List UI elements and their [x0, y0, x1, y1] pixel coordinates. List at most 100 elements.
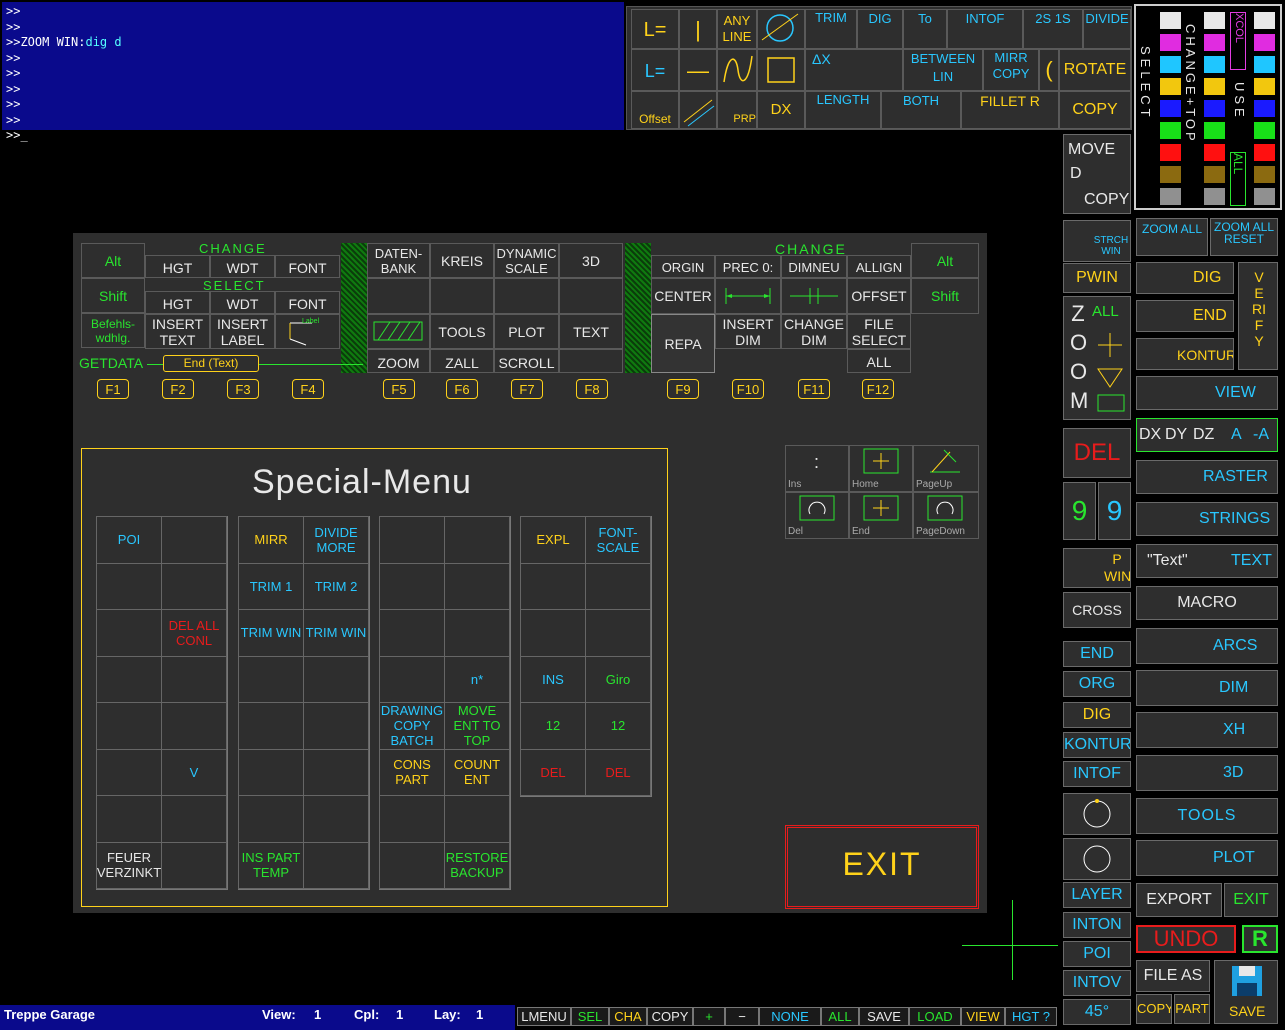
dynamic-scale-key[interactable]: DYNAMIC SCALE [494, 243, 559, 278]
end-text-box[interactable]: End (Text) [163, 355, 259, 372]
f10-key[interactable]: F10 [732, 379, 764, 399]
offset-key[interactable]: OFFSET [847, 278, 911, 314]
intov-button[interactable]: INTOV [1063, 970, 1131, 996]
menu-minus[interactable]: − [725, 1007, 759, 1026]
home-key[interactable]: Home [849, 445, 913, 492]
minus-a-axis-button[interactable]: -A [1253, 426, 1269, 444]
datenbank-key[interactable]: DATEN-BANK [367, 243, 430, 278]
copy-part-copy-button[interactable]: COPY [1136, 994, 1172, 1024]
color-swatch[interactable] [1204, 78, 1225, 95]
orgin-key[interactable]: ORGIN [651, 255, 715, 278]
exit-button[interactable]: EXIT [785, 825, 979, 909]
text-button[interactable]: "Text" TEXT [1136, 544, 1278, 578]
three-d-button[interactable]: 3D [1136, 755, 1278, 791]
snap-dig-button[interactable]: DIG [1063, 702, 1131, 728]
undo-button[interactable]: UNDO [1136, 925, 1236, 953]
special-menu-item[interactable] [238, 702, 304, 750]
color-swatch[interactable] [1160, 188, 1181, 205]
color-swatch[interactable] [1160, 34, 1181, 51]
color-swatch[interactable] [1254, 100, 1275, 117]
del-key[interactable]: Del [785, 492, 849, 539]
menu-sel[interactable]: SEL [571, 1007, 609, 1026]
special-menu-item[interactable]: TRIM 1 [238, 562, 304, 610]
text-key[interactable]: TEXT [559, 314, 623, 349]
angle-45-button[interactable]: 45° [1063, 999, 1131, 1025]
special-menu-item[interactable] [520, 609, 586, 657]
offset-tool[interactable]: Offset [631, 91, 679, 129]
arcs-button[interactable]: ARCS [1136, 628, 1278, 664]
strings-button[interactable]: STRINGS [1136, 502, 1278, 536]
color-swatch[interactable] [1160, 12, 1181, 29]
move-copy-button[interactable]: MOVE D COPY [1063, 134, 1131, 214]
special-menu-item[interactable] [96, 795, 162, 843]
special-menu-item[interactable] [238, 655, 304, 703]
color-swatch[interactable] [1204, 144, 1225, 161]
horizontal-line-tool[interactable]: — [679, 49, 717, 91]
special-menu-item[interactable] [96, 562, 162, 610]
view-button[interactable]: VIEW [1136, 376, 1278, 410]
change-wdt[interactable]: WDT [210, 255, 275, 278]
zoom-key[interactable]: ZOOM [367, 349, 430, 373]
color-swatch[interactable] [1160, 144, 1181, 161]
insert-label-key[interactable]: INSERT LABEL [210, 314, 275, 349]
special-menu-item[interactable] [238, 748, 304, 796]
kreis-key[interactable]: KREIS [430, 243, 494, 278]
color-swatch[interactable] [1160, 56, 1181, 73]
special-menu-item[interactable]: 12 [585, 702, 651, 750]
insert-dim-key[interactable]: INSERT DIM [715, 314, 781, 349]
circle-button[interactable] [1063, 838, 1131, 880]
special-menu-item[interactable] [303, 841, 369, 889]
inton-button[interactable]: INTON [1063, 912, 1131, 938]
rotate-tool[interactable]: ROTATE [1059, 49, 1131, 91]
perpendicular-tool[interactable]: PRP [717, 91, 757, 129]
change-hgt[interactable]: HGT [145, 255, 210, 278]
special-menu-item[interactable] [161, 562, 227, 610]
f8-key[interactable]: F8 [576, 379, 608, 399]
menu-all[interactable]: ALL [821, 1007, 859, 1026]
change-font[interactable]: FONT [275, 255, 340, 278]
menu-save[interactable]: SAVE [859, 1007, 909, 1026]
zoom-all-reset-button[interactable]: ZOOM ALL RESET [1210, 218, 1278, 256]
plot-key[interactable]: PLOT [494, 314, 559, 349]
special-menu-item[interactable] [444, 562, 510, 610]
special-menu-item[interactable] [303, 748, 369, 796]
color-swatch[interactable] [1204, 12, 1225, 29]
special-menu-item[interactable]: 12 [520, 702, 586, 750]
special-menu-item[interactable] [379, 609, 445, 657]
special-menu-item[interactable] [303, 795, 369, 843]
dimneu-key[interactable]: DIMNEU [781, 255, 847, 278]
verify-button[interactable]: VERIFY [1238, 262, 1278, 370]
spline-tool[interactable] [717, 49, 757, 91]
select-wdt[interactable]: WDT [210, 291, 275, 314]
zall-key[interactable]: ZALL [430, 349, 494, 373]
vertical-line-tool[interactable]: | [679, 9, 717, 49]
dim-between-key[interactable] [781, 278, 847, 314]
file-select-key[interactable]: FILE SELECT [847, 314, 911, 349]
special-menu-item[interactable] [303, 655, 369, 703]
circle-tangent-tool[interactable] [757, 9, 805, 49]
special-menu-item[interactable] [161, 516, 227, 564]
console-prompt[interactable]: >>_ [6, 128, 620, 144]
menu-load[interactable]: LOAD [909, 1007, 961, 1026]
tools-button[interactable]: TOOLS [1136, 798, 1278, 834]
color-swatch[interactable] [1204, 34, 1225, 51]
special-menu-item[interactable] [161, 702, 227, 750]
special-menu-item[interactable] [303, 702, 369, 750]
a-axis-button[interactable]: A [1231, 426, 1242, 444]
xcol-label[interactable]: XCOL [1230, 12, 1246, 70]
f6-key[interactable]: F6 [446, 379, 478, 399]
special-menu-item[interactable] [444, 795, 510, 843]
special-menu-item[interactable]: POI [96, 516, 162, 564]
export-button[interactable]: EXPORT [1136, 883, 1222, 917]
color-swatch[interactable] [1160, 166, 1181, 183]
p-win-button[interactable]: P WIN [1063, 548, 1131, 588]
special-menu-item[interactable]: TRIM 2 [303, 562, 369, 610]
color-swatch[interactable] [1160, 78, 1181, 95]
rectangle-tool[interactable] [757, 49, 805, 91]
ins-key[interactable]: : Ins [785, 445, 849, 492]
special-menu-item[interactable] [238, 795, 304, 843]
special-menu-item[interactable]: COUNT ENT [444, 748, 510, 796]
plot-button[interactable]: PLOT [1136, 840, 1278, 876]
select-font[interactable]: FONT [275, 291, 340, 314]
tools-key[interactable]: TOOLS [430, 314, 494, 349]
